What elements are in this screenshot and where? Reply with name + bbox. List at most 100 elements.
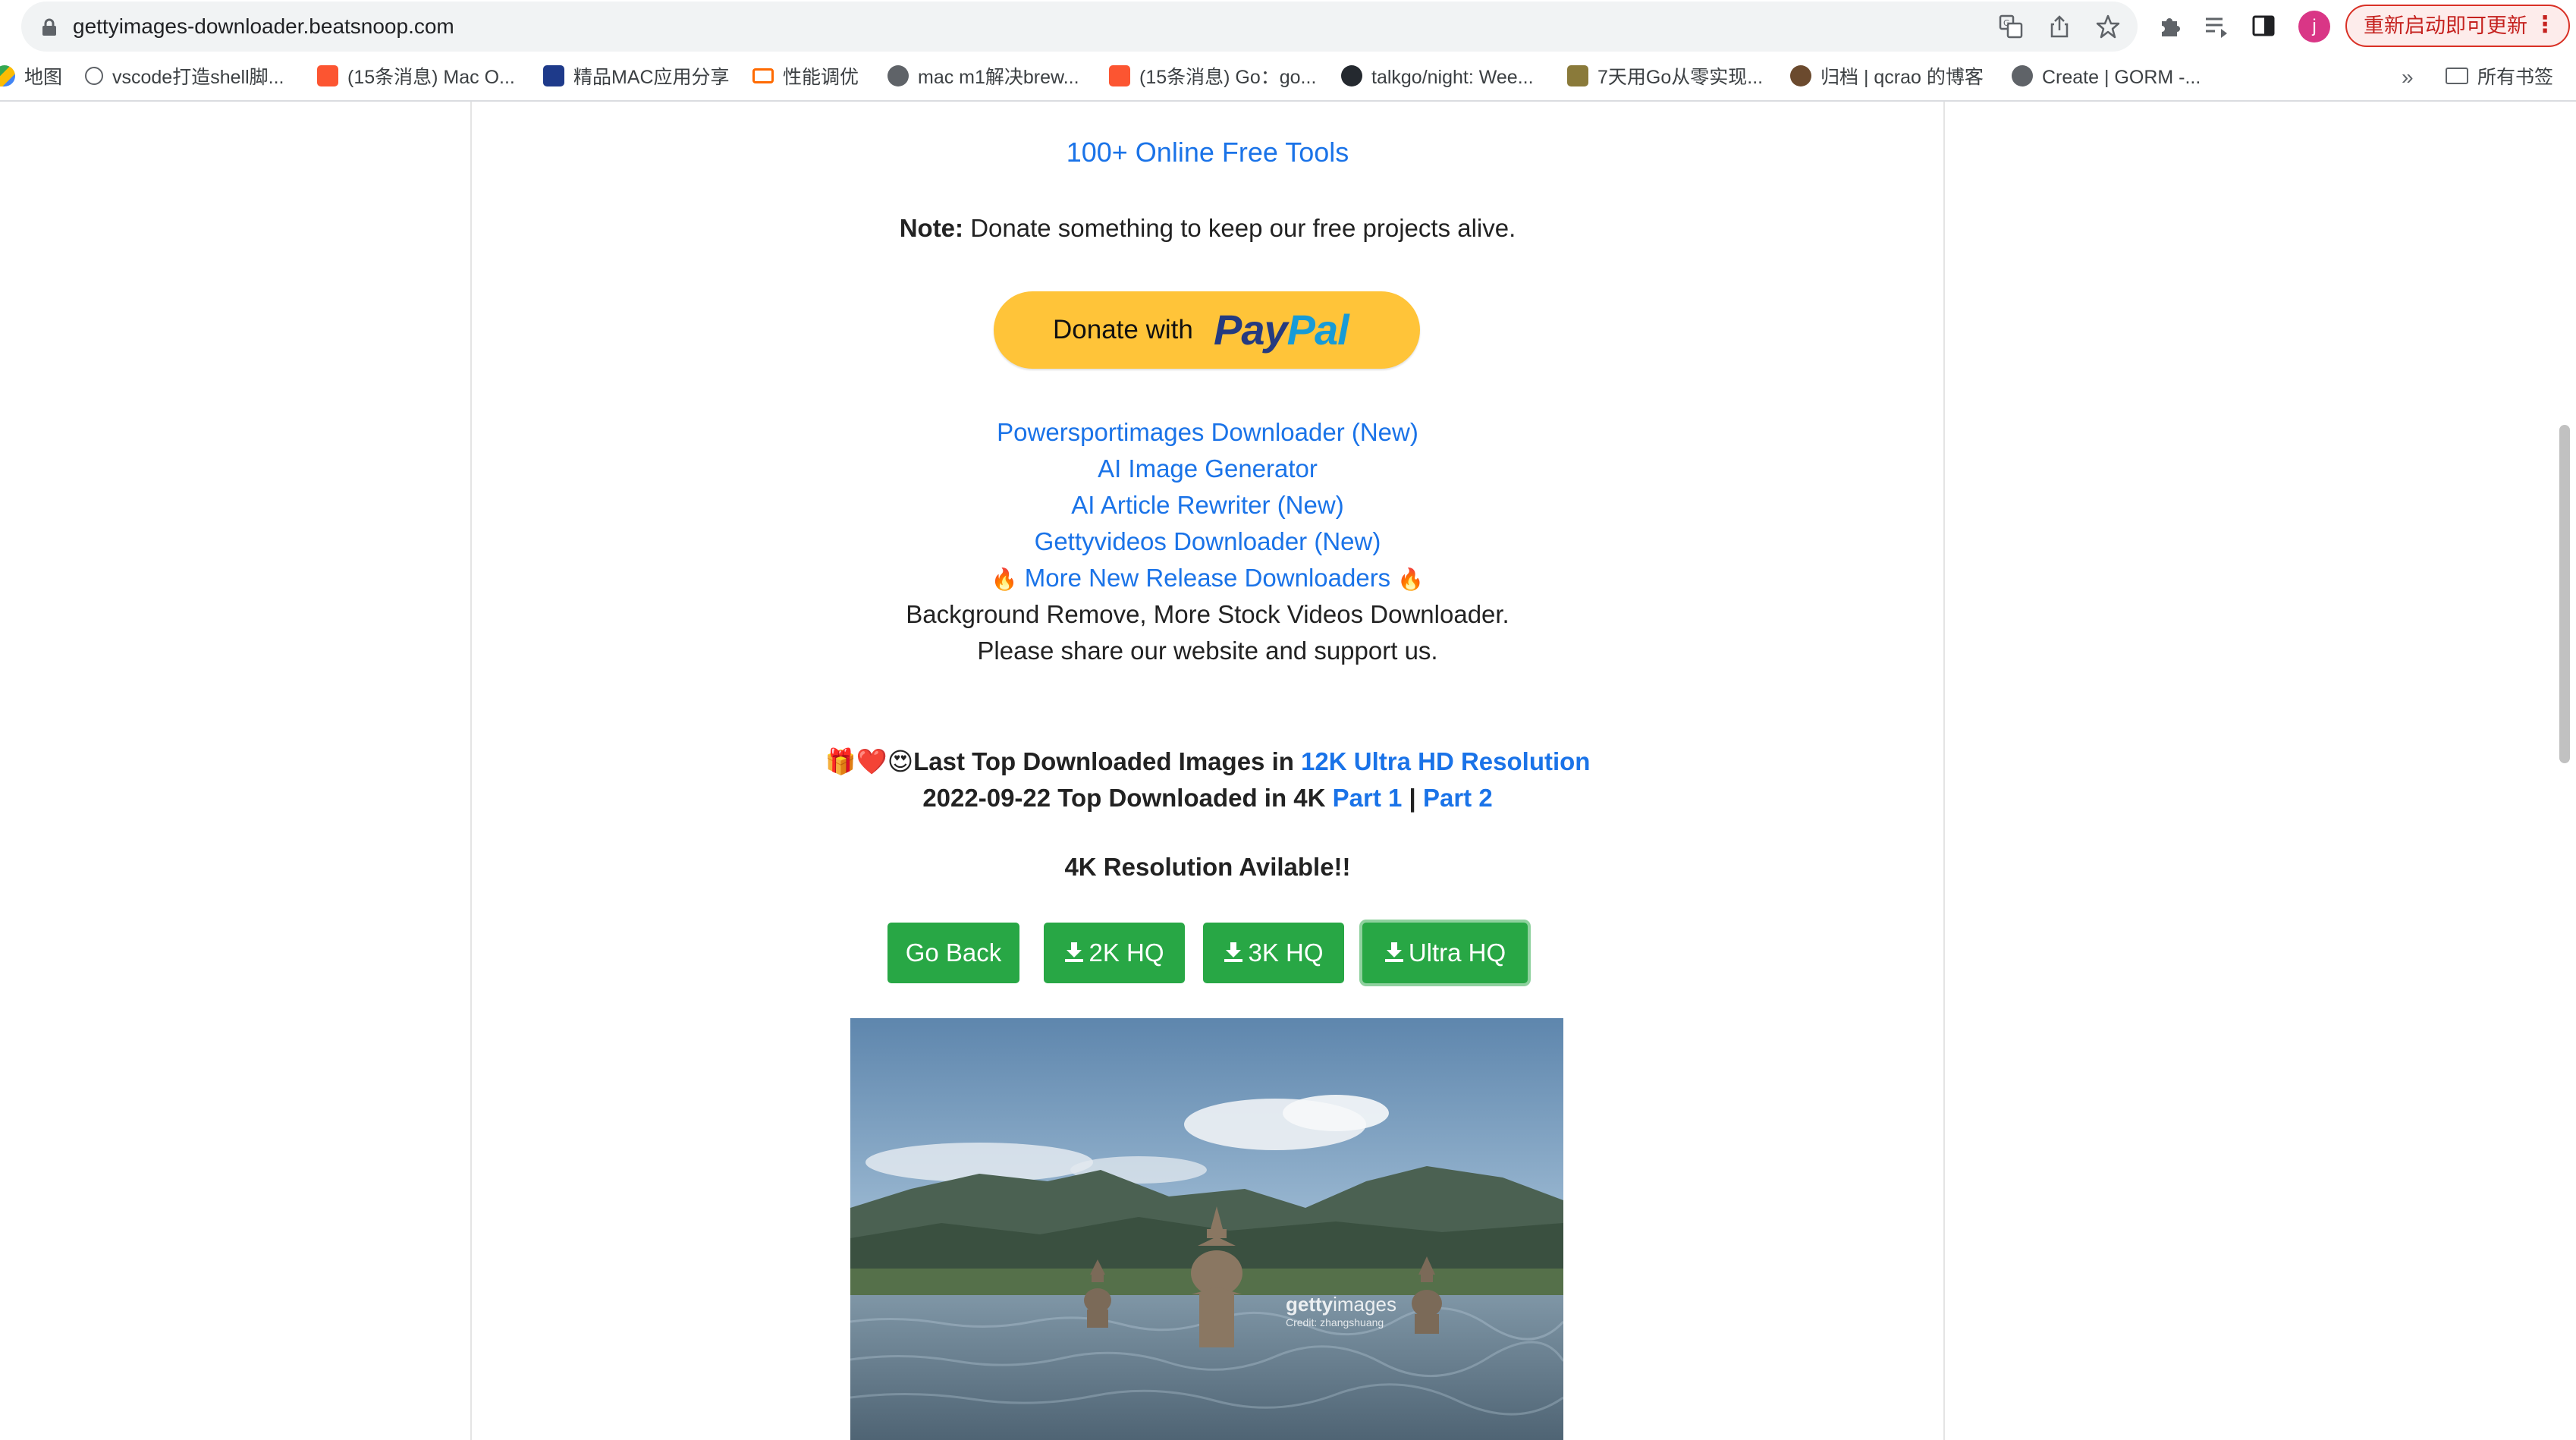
page-scrollbar[interactable] [2559, 425, 2570, 763]
bookmark-perf[interactable]: 性能调优 [752, 55, 859, 100]
paypal-logo: PayPal [1214, 291, 1349, 369]
powersportimages-link[interactable]: Powersportimages Downloader (New) [997, 418, 1418, 446]
bg-remove-text: Background Remove, More Stock Videos Dow… [906, 600, 1509, 628]
paypal-donate-button[interactable]: Donate with PayPal [994, 291, 1420, 369]
watermark-credit: Credit: zhangshuang [1286, 1316, 1384, 1328]
profile-avatar[interactable]: j [2298, 11, 2330, 42]
folder-icon [2446, 68, 2468, 85]
paypal-logo-pay: Pay [1214, 306, 1288, 354]
page-icon [85, 67, 103, 86]
donate-note: Note: Donate something to keep our free … [470, 214, 1945, 243]
more-downloaders-row: 🔥 More New Release Downloaders 🔥 [470, 560, 1945, 596]
extensions-icon[interactable] [2156, 12, 2183, 39]
bookmark-label: 性能调优 [783, 67, 859, 88]
tool-links-list: Powersportimages Downloader (New) AI Ima… [470, 414, 1945, 669]
download-ultra-label: Ultra HQ [1408, 939, 1506, 967]
note-text: Donate something to keep our free projec… [963, 214, 1516, 242]
app-icon [543, 65, 564, 87]
url-text[interactable]: gettyimages-downloader.beatsnoop.com [73, 2, 454, 52]
download-2k-button[interactable]: 2K HQ [1044, 923, 1185, 983]
download-3k-label: 3K HQ [1248, 939, 1324, 967]
fire-icon: 🔥 [1397, 568, 1425, 591]
svg-text:G: G [2003, 18, 2010, 28]
bookmark-label: talkgo/night: Wee... [1371, 67, 1534, 88]
ai-article-rewriter-link[interactable]: AI Article Rewriter (New) [1071, 491, 1343, 519]
translate-icon[interactable]: G [1998, 14, 2024, 39]
browser-toolbar: gettyimages-downloader.beatsnoop.com G j… [0, 0, 2576, 55]
aliyun-icon [752, 68, 774, 84]
paypal-logo-pal: Pal [1286, 306, 1349, 354]
watermark-brand-light: images [1333, 1293, 1396, 1316]
bookmark-maps[interactable]: 地图 [0, 55, 62, 100]
github-icon [1341, 65, 1362, 87]
bookmarks-bar: 地图 vscode打造shell脚... (15条消息) Mac O... 精品… [0, 55, 2576, 102]
bookmark-brew[interactable]: mac m1解决brew... [887, 55, 1079, 100]
lake-pagoda-photo [850, 1018, 1563, 1440]
download-icon [1065, 942, 1084, 963]
note-label: Note: [899, 214, 964, 242]
maps-icon [0, 65, 15, 87]
ai-image-generator-link[interactable]: AI Image Generator [1098, 454, 1318, 483]
bookmark-label: 7天用Go从零实现... [1597, 67, 1764, 88]
address-bar[interactable]: gettyimages-downloader.beatsnoop.com G [21, 2, 2138, 52]
bookmark-mac-apps[interactable]: 精品MAC应用分享 [543, 55, 730, 100]
all-bookmarks-button[interactable]: 所有书签 [2446, 55, 2553, 100]
fire-icon: 🔥 [991, 568, 1018, 591]
top-downloaded-block: 🎁❤️😍Last Top Downloaded Images in 12K Ul… [470, 744, 1945, 816]
bookmark-vscode[interactable]: vscode打造shell脚... [85, 55, 284, 100]
resolution-available-text: 4K Resolution Avilable!! [1064, 853, 1351, 881]
preview-image: gettyimages Credit: zhangshuang [850, 1018, 1563, 1440]
paypal-prefix: Donate with [1053, 315, 1193, 344]
bookmark-label: (15条消息) Mac O... [347, 67, 515, 88]
bookmark-go-7days[interactable]: 7天用Go从零实现... [1567, 55, 1763, 100]
lock-icon [42, 18, 56, 36]
part2-link[interactable]: Part 2 [1423, 784, 1493, 812]
globe-icon [2012, 65, 2033, 87]
download-icon [1384, 942, 1403, 963]
gettyvideos-downloader-link[interactable]: Gettyvideos Downloader (New) [1035, 527, 1381, 555]
globe-icon [887, 65, 909, 87]
image-icon [1567, 65, 1588, 87]
bookmark-csdn-mac[interactable]: (15条消息) Mac O... [317, 55, 515, 100]
download-icon [1224, 942, 1243, 963]
bookmark-label: (15条消息) Go：go... [1139, 67, 1317, 88]
online-free-tools-link[interactable]: 100+ Online Free Tools [1067, 137, 1349, 168]
bookmark-label: 精品MAC应用分享 [573, 67, 730, 88]
gift-heart-emoji-icon: 🎁❤️😍 [825, 747, 914, 775]
avatar-icon [1790, 65, 1811, 87]
bookmark-csdn-go[interactable]: (15条消息) Go：go... [1109, 55, 1316, 100]
bookmark-label: vscode打造shell脚... [112, 67, 284, 88]
restart-update-button[interactable]: 重新启动即可更新 ⋮ [2345, 5, 2570, 47]
more-menu-icon[interactable]: ⋮ [2534, 6, 2556, 44]
tools-link-row: 100+ Online Free Tools [470, 137, 1945, 168]
ultra-hd-link[interactable]: 12K Ultra HD Resolution [1301, 747, 1590, 775]
share-icon[interactable] [2047, 14, 2072, 39]
star-bookmark-icon[interactable] [2095, 14, 2121, 39]
bookmark-label: mac m1解决brew... [918, 67, 1079, 88]
download-2k-label: 2K HQ [1089, 939, 1164, 967]
bookmark-qcrao[interactable]: 归档 | qcrao 的博客 [1790, 55, 1984, 100]
bookmark-label: Create | GORM -... [2042, 67, 2201, 88]
bookmarks-overflow-button[interactable]: » [2402, 55, 2414, 100]
go-back-button[interactable]: Go Back [887, 923, 1019, 983]
all-bookmarks-label: 所有书签 [2477, 67, 2554, 88]
bookmark-github[interactable]: talkgo/night: Wee... [1341, 55, 1534, 100]
top-date-text: 2022-09-22 Top Downloaded in 4K [922, 784, 1333, 812]
bookmark-gorm[interactable]: Create | GORM -... [2012, 55, 2201, 100]
part1-link[interactable]: Part 1 [1333, 784, 1403, 812]
watermark-brand-bold: getty [1286, 1293, 1334, 1316]
download-ultra-button[interactable]: Ultra HQ [1362, 923, 1528, 983]
share-text: Please share our website and support us. [977, 637, 1438, 665]
bookmark-label: 归档 | qcrao 的博客 [1820, 67, 1984, 88]
side-panel-icon[interactable] [2250, 12, 2277, 39]
download-3k-button[interactable]: 3K HQ [1203, 923, 1344, 983]
csdn-icon [1109, 65, 1130, 87]
part-separator: | [1402, 784, 1423, 812]
reading-list-icon[interactable] [2203, 12, 2230, 39]
watermark-brand: gettyimages [1286, 1293, 1396, 1316]
more-downloaders-link[interactable]: More New Release Downloaders [1025, 564, 1390, 592]
bookmark-label: 地图 [24, 67, 63, 88]
restart-update-label: 重新启动即可更新 [2364, 14, 2527, 37]
csdn-icon [317, 65, 338, 87]
top-downloaded-text: Last Top Downloaded Images in [913, 747, 1302, 775]
